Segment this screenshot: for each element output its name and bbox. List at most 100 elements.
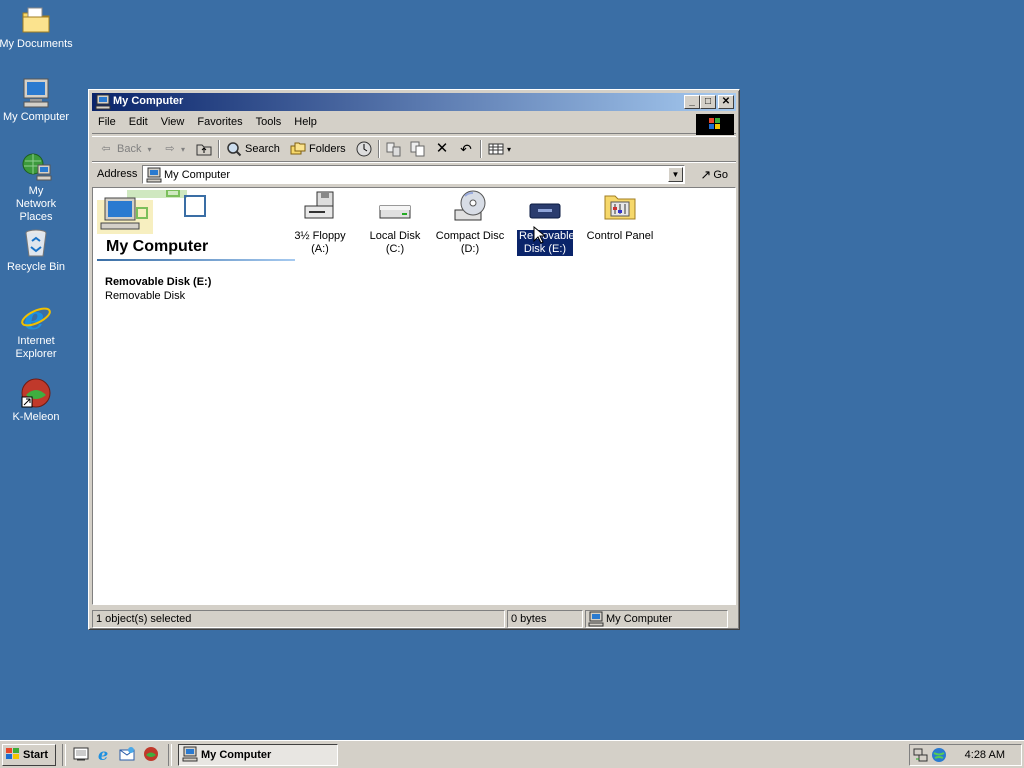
back-button[interactable]: ⇦ Back ▾ (98, 140, 151, 158)
network-tray-icon[interactable] (913, 747, 929, 766)
svg-text:e: e (24, 301, 44, 333)
cd-drive-icon (453, 190, 487, 224)
menu-bar: File Edit View Favorites Tools Help (92, 113, 736, 135)
back-label: Back (117, 143, 142, 155)
computer-icon (588, 611, 604, 630)
forward-arrow-icon: ⇨ (165, 143, 175, 155)
desktop-icon-k-meleon[interactable]: K-Meleon (0, 377, 74, 424)
computer-icon (182, 746, 198, 765)
start-label: Start (23, 749, 49, 761)
toolbar-separator (480, 140, 482, 158)
desktop-icon-my-documents[interactable]: My Documents (0, 4, 74, 51)
chevron-down-icon: ▾ (147, 144, 152, 154)
computer-icon (146, 167, 162, 183)
drive-removable-disk-e[interactable]: Removable Disk (E:) (507, 190, 583, 256)
address-input[interactable]: My Computer ▼ (142, 165, 685, 184)
banner-divider (97, 259, 295, 261)
status-size: 0 bytes (507, 610, 583, 628)
address-bar: Address My Computer ▼ ↗ Go (92, 162, 736, 186)
hard-disk-icon (378, 190, 412, 224)
menu-help[interactable]: Help (288, 113, 324, 128)
drive-compact-disc-d[interactable]: Compact Disc (D:) (432, 190, 508, 256)
back-arrow-icon: ⇦ (101, 143, 111, 155)
drive-local-disk-c[interactable]: Local Disk (C:) (357, 190, 433, 256)
forward-button[interactable]: ⇨ ▾ (162, 140, 185, 158)
menu-tools[interactable]: Tools (250, 113, 289, 128)
status-zone-label: My Computer (606, 613, 673, 625)
search-label: Search (245, 143, 280, 155)
banner-title: My Computer (106, 238, 209, 255)
go-label: Go (713, 169, 728, 181)
desktop-icon-recycle-bin[interactable]: Recycle Bin (0, 227, 74, 274)
desktop-icon-internet-explorer[interactable]: e Internet Explorer (0, 299, 74, 361)
desktop-icon-label: Internet Explorer (15, 335, 57, 360)
up-folder-button[interactable] (196, 140, 215, 158)
control-panel-item[interactable]: Control Panel (582, 190, 658, 243)
toolbar-separator (378, 140, 380, 158)
copy-to-button[interactable] (410, 140, 429, 158)
close-button[interactable]: ✕ (718, 95, 734, 109)
menu-file[interactable]: File (92, 113, 123, 128)
windows-logo-icon (696, 114, 734, 135)
chevron-down-icon: ▾ (181, 144, 186, 154)
folder-view: My Computer Removable Disk (E:) Removabl… (92, 187, 736, 605)
start-button[interactable]: Start (2, 744, 56, 766)
desktop-icon-my-network-places[interactable]: My Network Places (0, 151, 74, 224)
search-icon (226, 141, 242, 157)
status-zone: My Computer (585, 610, 728, 628)
menu-edit[interactable]: Edit (123, 113, 155, 128)
status-bar: 1 object(s) selected 0 bytes My Computer (92, 609, 736, 628)
system-tray: 4:28 AM (909, 744, 1022, 766)
drive-floppy-a[interactable]: 3½ Floppy (A:) (282, 190, 358, 256)
views-button[interactable]: ▾ (488, 140, 511, 158)
svg-text:e: e (98, 746, 108, 762)
standard-toolbar: ⇦ Back ▾ ⇨ ▾ Search Folders ✕ ↶ ▾ (92, 136, 736, 162)
toolbar-separator (218, 140, 220, 158)
history-button[interactable] (356, 140, 375, 158)
folder-documents-icon (20, 4, 52, 36)
desktop-icon-my-computer[interactable]: My Computer (0, 77, 74, 124)
window-title: My Computer (113, 95, 184, 107)
menu-favorites[interactable]: Favorites (191, 113, 249, 128)
undo-button[interactable]: ↶ (458, 140, 477, 158)
show-desktop-icon[interactable] (73, 746, 89, 762)
minimize-button[interactable]: _ (684, 95, 700, 109)
kmeleon-icon[interactable] (143, 746, 159, 762)
maximize-button[interactable]: □ (700, 95, 716, 109)
delete-button[interactable]: ✕ (434, 140, 453, 158)
floppy-drive-icon (303, 190, 337, 224)
menu-view[interactable]: View (155, 113, 192, 128)
desktop-icon-label: My Network Places (15, 185, 57, 223)
outlook-express-icon[interactable] (119, 746, 135, 762)
ie-icon[interactable]: e (97, 745, 113, 764)
status-selection: 1 object(s) selected (92, 610, 505, 628)
address-dropdown-button[interactable]: ▼ (668, 167, 683, 182)
move-to-icon (386, 141, 402, 157)
drive-label: Removable Disk (E:) (517, 230, 575, 256)
folders-icon (290, 141, 306, 157)
address-label: Address (97, 168, 138, 180)
control-panel-icon (603, 190, 637, 224)
go-button[interactable]: ↗ Go (700, 167, 728, 183)
search-button[interactable]: Search (226, 140, 280, 158)
title-bar[interactable]: My Computer _ □ ✕ (92, 93, 736, 111)
taskbar: Start e My Computer 4:28 AM (0, 740, 1024, 768)
mouse-cursor-icon (533, 225, 547, 247)
clock[interactable]: 4:28 AM (965, 749, 1005, 761)
desktop-icon-label: My Computer (2, 111, 70, 123)
up-folder-icon (196, 141, 212, 157)
views-icon (488, 141, 504, 157)
copy-to-icon (410, 141, 426, 157)
folders-button[interactable]: Folders (290, 140, 346, 158)
chevron-down-icon: ▾ (507, 144, 512, 154)
globe-tray-icon[interactable] (931, 747, 947, 766)
drive-label: Control Panel (586, 230, 654, 242)
taskbar-button-my-computer[interactable]: My Computer (178, 744, 338, 766)
selected-item-type: Removable Disk (105, 290, 186, 302)
removable-disk-icon (528, 190, 562, 224)
taskbar-separator (168, 744, 172, 766)
move-to-button[interactable] (386, 140, 405, 158)
history-icon (356, 141, 372, 157)
address-value: My Computer (164, 169, 231, 181)
delete-icon: ✕ (435, 140, 449, 157)
